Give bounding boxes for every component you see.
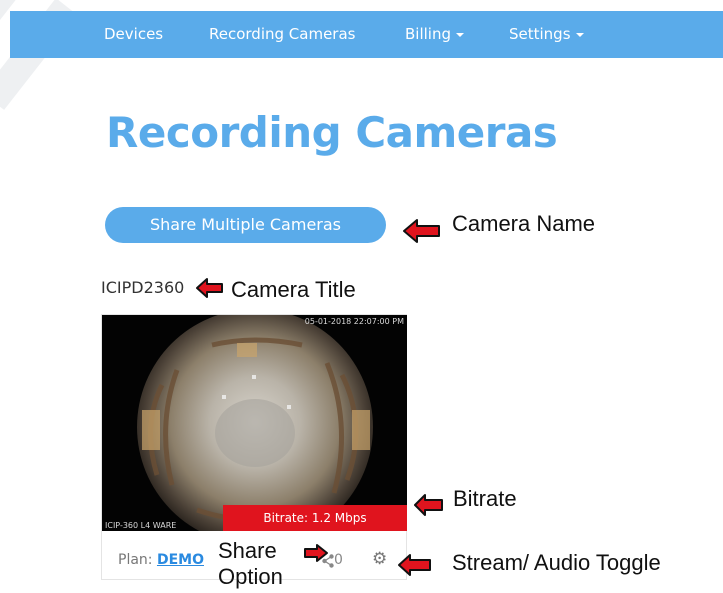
red-arrow-icon — [398, 554, 431, 576]
red-arrow-icon — [304, 544, 328, 562]
nav-item-label: Billing — [405, 25, 451, 43]
share-count: 0 — [334, 552, 343, 568]
annotation-share-option: Share Option — [218, 538, 283, 590]
top-navbar: Devices Recording Cameras Billing Settin… — [10, 11, 723, 58]
nav-item-devices[interactable]: Devices — [104, 11, 163, 58]
nav-item-label: Devices — [104, 25, 164, 43]
gear-icon[interactable]: ⚙ — [372, 549, 387, 569]
annotation-bitrate: Bitrate — [453, 486, 517, 511]
annotation-stream-audio-toggle: Stream/ Audio Toggle — [452, 550, 661, 575]
page-title: Recording Cameras — [106, 108, 558, 157]
camera-overlay-label: ICIP-360 L4 WARE — [105, 521, 176, 530]
nav-item-billing[interactable]: Billing — [405, 11, 464, 58]
nav-item-label: Settings — [509, 25, 571, 43]
share-multiple-cameras-button[interactable]: Share Multiple Cameras — [105, 207, 386, 243]
nav-item-label: Recording Cameras — [209, 25, 356, 43]
red-arrow-icon — [196, 278, 223, 298]
red-arrow-icon — [403, 219, 440, 243]
bitrate-badge: Bitrate: 1.2 Mbps — [223, 505, 407, 531]
caret-down-icon — [456, 32, 464, 37]
camera-overlay-timestamp: 05-01-2018 22:07:00 PM — [305, 317, 404, 326]
annotation-share-option-line2: Option — [218, 564, 283, 589]
camera-thumbnail[interactable]: 05-01-2018 22:07:00 PM ICIP-360 L4 WARE … — [102, 315, 407, 531]
caret-down-icon — [575, 32, 584, 37]
annotation-camera-title: Camera Title — [231, 277, 356, 302]
nav-item-settings[interactable]: Settings — [509, 11, 584, 58]
camera-title: ICIPD2360 — [101, 278, 185, 297]
annotation-camera-name: Camera Name — [452, 211, 596, 236]
fisheye-image: 05-01-2018 22:07:00 PM ICIP-360 L4 WARE — [102, 315, 407, 531]
plan-link[interactable]: DEMO — [157, 552, 204, 568]
nav-item-recording-cameras[interactable]: Recording Cameras — [209, 11, 355, 58]
red-arrow-icon — [414, 494, 443, 516]
plan-info: Plan: DEMO — [118, 552, 204, 568]
plan-label: Plan: — [118, 552, 153, 568]
annotation-share-option-line1: Share — [218, 538, 277, 563]
